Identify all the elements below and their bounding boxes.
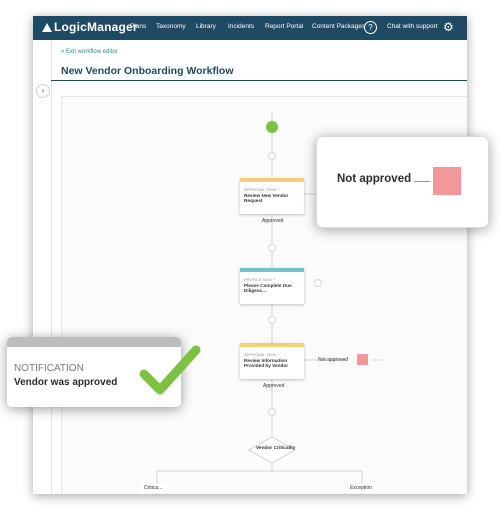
page-title: New Vendor Onboarding Workflow [61,65,234,77]
task-name-label: Review New Vendor Request [244,193,289,204]
not-approved-callout-label: Not approved [337,173,412,185]
task-type-label: APPROVAL TASK * [244,187,279,192]
logo-triangle-icon [42,22,52,32]
top-navigation-bar: LogicManager Plans Taxonomy Library Inci… [33,16,467,40]
nav-library[interactable]: Library [196,23,216,30]
reject-end-marker[interactable] [357,354,368,365]
add-step-node[interactable] [268,408,276,416]
task-type-label: PROFILE TASK * [244,277,275,282]
notification-heading: NOTIFICATION [14,363,84,374]
nav-content-packages[interactable]: Content Packages [312,23,365,30]
task-name-label: Review Information Provided by Vendor [244,358,289,369]
decision-label: Vendor Criticality [256,446,296,451]
not-approved-branch-label: Not approved [318,357,349,363]
add-step-node[interactable] [268,316,276,324]
approved-branch-label: Approved [262,218,284,224]
nav-report-portal[interactable]: Report Portal [265,23,303,30]
logo-text: LogicManager [54,20,138,34]
exit-workflow-editor-link[interactable]: « Exit workflow editor [61,49,118,55]
profile-task-card[interactable]: PROFILE TASK * Please Complete Due Dilig… [240,268,304,304]
workflow-editor-window: LogicManager Plans Taxonomy Library Inci… [33,16,467,494]
add-step-node[interactable] [314,279,322,287]
approval-task-card[interactable]: APPROVAL TASK * Review New Vendor Reques… [240,178,304,214]
notification-message: Vendor was approved [14,377,118,388]
branch-label-exception[interactable]: Exception [346,483,376,493]
not-approved-callout: Not approved [316,136,489,228]
task-type-label: APPROVAL TASK * [244,352,279,357]
reject-marker-enlarged [433,167,461,195]
nav-incidents[interactable]: Incidents [228,23,254,30]
help-icon[interactable]: ? [364,21,377,34]
gear-icon[interactable]: ⚙ [443,20,454,34]
chat-with-support-link[interactable]: Chat with support [387,23,438,30]
callout-connector [414,181,430,182]
title-divider [51,80,467,81]
branch-label-criticality[interactable]: Critica... [140,483,167,493]
approval-task-card[interactable]: APPROVAL TASK * Review Information Provi… [240,343,304,379]
logo[interactable]: LogicManager [42,20,138,34]
exit-link-label: Exit workflow editor [66,49,118,55]
add-step-node[interactable] [268,244,276,252]
add-step-node[interactable] [268,152,276,160]
left-sidebar-rail: › [33,40,52,494]
start-node[interactable] [266,121,278,133]
approved-branch-label: Approved [263,383,285,389]
nav-plans[interactable]: Plans [130,23,146,30]
nav-taxonomy[interactable]: Taxonomy [156,23,186,30]
check-icon [139,345,201,395]
task-name-label: Please Complete Due Diligenc... [244,283,292,294]
sidebar-expand-toggle[interactable]: › [36,84,50,98]
